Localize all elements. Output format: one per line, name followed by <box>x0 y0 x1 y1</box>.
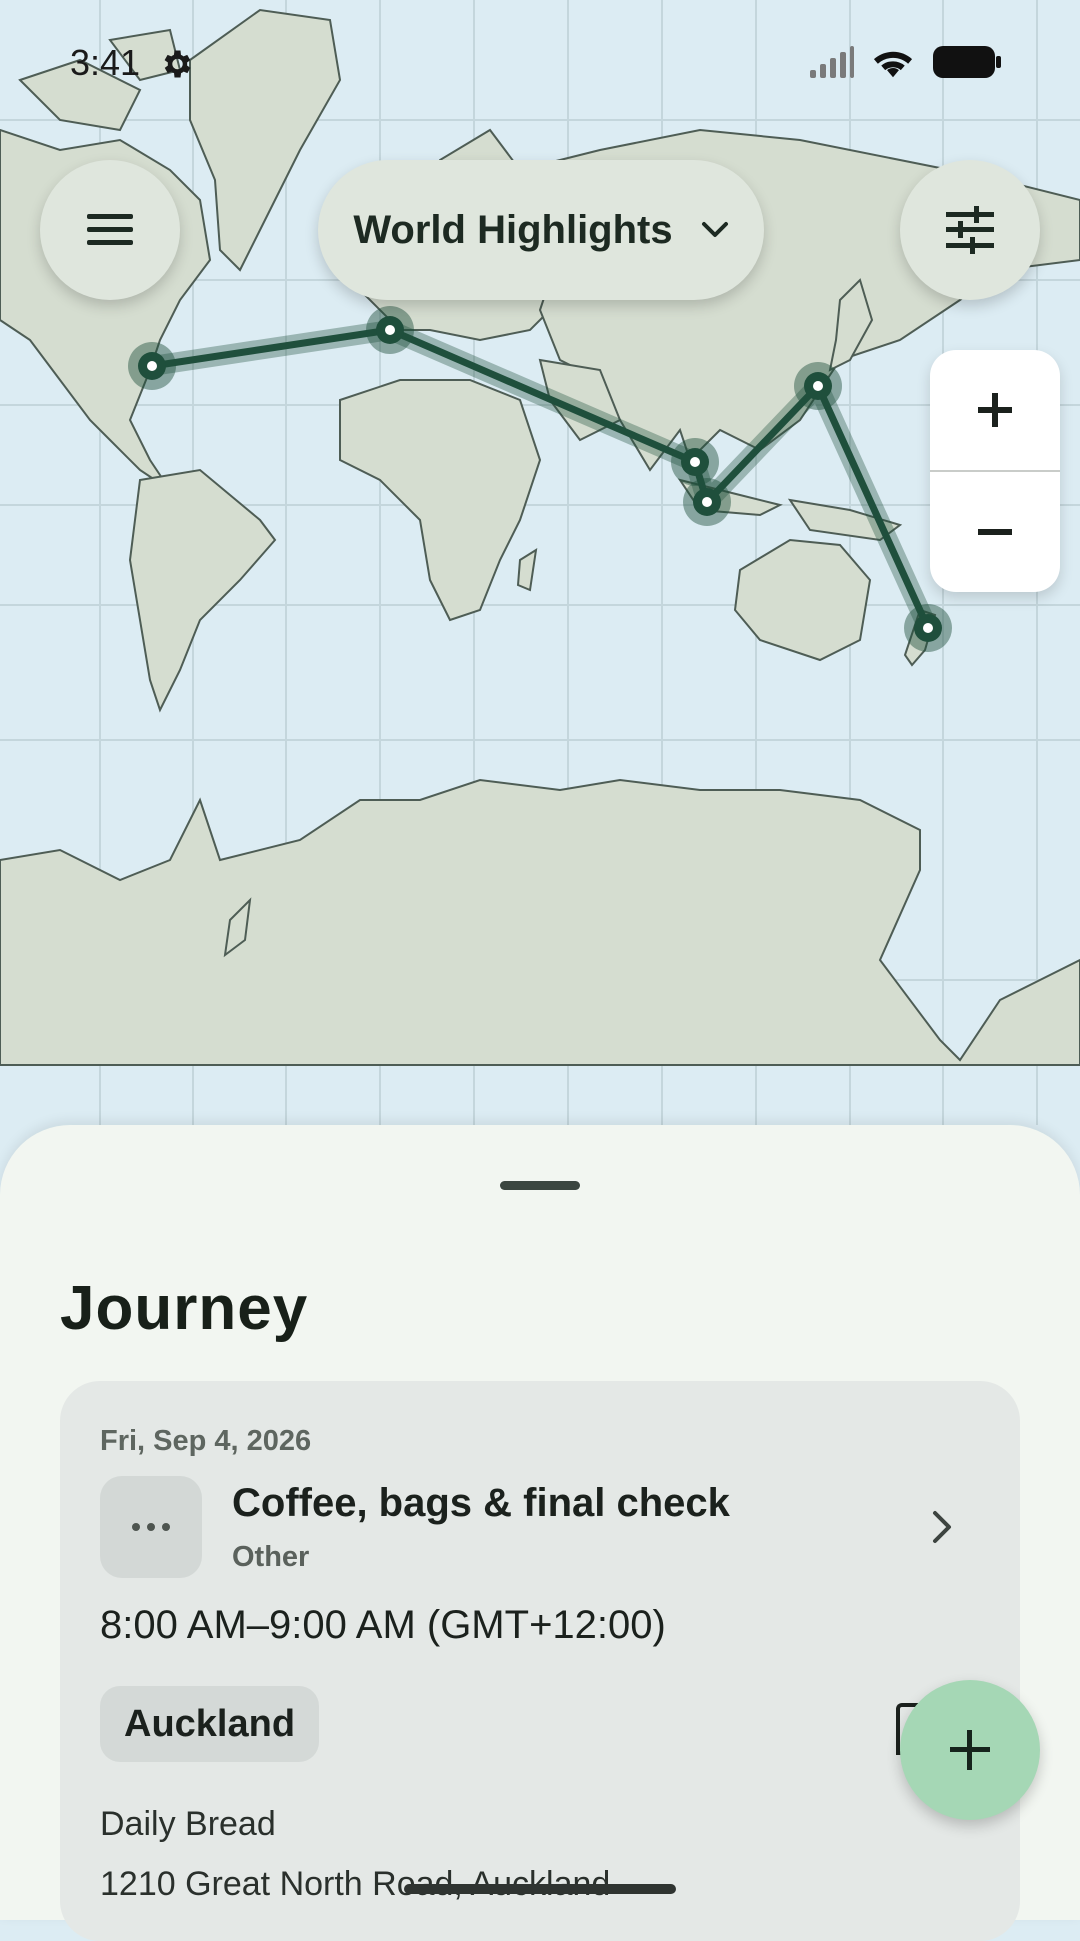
gesture-nav-bar[interactable] <box>404 1884 676 1894</box>
chevron-down-icon <box>701 222 728 237</box>
status-bar: 3:41 <box>0 30 1080 100</box>
stop-marker-auckland <box>904 604 952 652</box>
tune-icon <box>946 206 994 254</box>
status-time: 3:41 <box>70 42 141 83</box>
more-icon <box>132 1523 170 1531</box>
zoom-in-button[interactable] <box>930 350 1060 470</box>
stop-marker-paris <box>366 306 414 354</box>
bottom-sheet[interactable]: Journey Fri, Sep 4, 2026 Coffee, bags & … <box>0 1125 1080 1941</box>
city-chip[interactable]: Auckland <box>100 1686 320 1762</box>
add-event-button[interactable] <box>900 1680 1040 1820</box>
stop-marker-new-york <box>128 342 176 390</box>
stop-marker-tokyo <box>794 362 842 410</box>
event-time-range: 8:00 AM–9:00 AM (GMT+12:00) <box>100 1603 666 1647</box>
stop-marker-singapore <box>683 478 731 526</box>
minus-icon <box>978 529 1012 535</box>
event-category: Other <box>232 1541 310 1573</box>
signal-icon <box>810 46 854 78</box>
zoom-out-button[interactable] <box>930 472 1060 592</box>
event-card[interactable]: Fri, Sep 4, 2026 Coffee, bags & final ch… <box>60 1381 1020 1941</box>
filter-button[interactable] <box>900 160 1040 300</box>
menu-button[interactable] <box>40 160 180 300</box>
event-date: Fri, Sep 4, 2026 <box>100 1425 312 1457</box>
battery-icon <box>933 46 1001 78</box>
map-selector-label: World Highlights <box>353 207 673 252</box>
chevron-right-icon[interactable] <box>930 1509 954 1545</box>
menu-icon <box>87 214 133 245</box>
settings-icon <box>164 50 191 78</box>
sheet-heading: Journey <box>60 1274 309 1343</box>
wifi-icon <box>873 51 913 78</box>
add-icon <box>950 1730 990 1770</box>
event-category-icon-box <box>100 1476 202 1578</box>
place-name: Daily Bread <box>100 1805 276 1843</box>
sheet-drag-handle[interactable] <box>500 1181 580 1190</box>
plus-icon <box>978 393 1012 427</box>
zoom-controls <box>930 350 1060 592</box>
event-title: Coffee, bags & final check <box>232 1481 730 1525</box>
map-selector-button[interactable]: World Highlights <box>318 160 764 300</box>
